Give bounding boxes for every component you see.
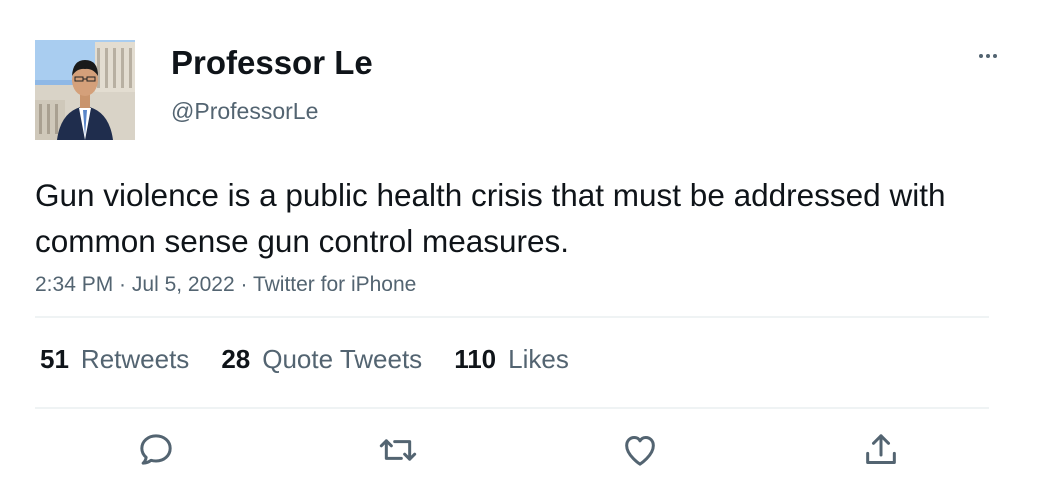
likes-label: Likes: [508, 344, 569, 374]
retweet-icon: [379, 439, 417, 461]
retweet-button[interactable]: [373, 425, 423, 475]
divider: [35, 316, 989, 318]
likes-stat[interactable]: 110 Likes: [454, 341, 569, 377]
retweets-stat[interactable]: 51 Retweets: [40, 341, 189, 377]
retweets-count: 51: [40, 344, 69, 374]
quote-tweets-stat[interactable]: 28 Quote Tweets: [221, 341, 422, 377]
reply-button[interactable]: [131, 425, 181, 475]
more-button[interactable]: [970, 44, 1006, 68]
tweet-stats: 51 Retweets 28 Quote Tweets 110 Likes: [40, 341, 601, 377]
divider: [35, 407, 989, 409]
like-icon: [625, 436, 655, 466]
meta-separator: ·: [113, 273, 132, 296]
avatar-image: [35, 40, 135, 140]
user-handle[interactable]: @ProfessorLe: [171, 96, 318, 126]
quote-tweets-label: Quote Tweets: [262, 344, 423, 374]
display-name[interactable]: Professor Le: [171, 43, 373, 83]
share-button[interactable]: [856, 425, 906, 475]
more-icon: [979, 54, 983, 58]
avatar[interactable]: [35, 40, 135, 140]
tweet-date[interactable]: Jul 5, 2022: [132, 273, 235, 296]
like-button[interactable]: [615, 425, 665, 475]
tweet-source[interactable]: Twitter for iPhone: [253, 273, 416, 296]
more-icon-dot: [986, 54, 990, 58]
tweet-meta: 2:34 PM · Jul 5, 2022 · Twitter for iPho…: [35, 270, 416, 300]
quote-tweets-count: 28: [221, 344, 251, 374]
action-bar: [0, 425, 1050, 475]
share-icon: [866, 434, 896, 464]
reply-icon: [140, 434, 172, 465]
meta-separator: ·: [234, 273, 253, 296]
likes-count: 110: [454, 344, 497, 374]
tweet-time[interactable]: 2:34 PM: [35, 273, 113, 296]
tweet-text: Gun violence is a public health crisis t…: [35, 177, 946, 259]
retweets-label: Retweets: [80, 344, 190, 374]
more-icon-dot: [993, 54, 997, 58]
